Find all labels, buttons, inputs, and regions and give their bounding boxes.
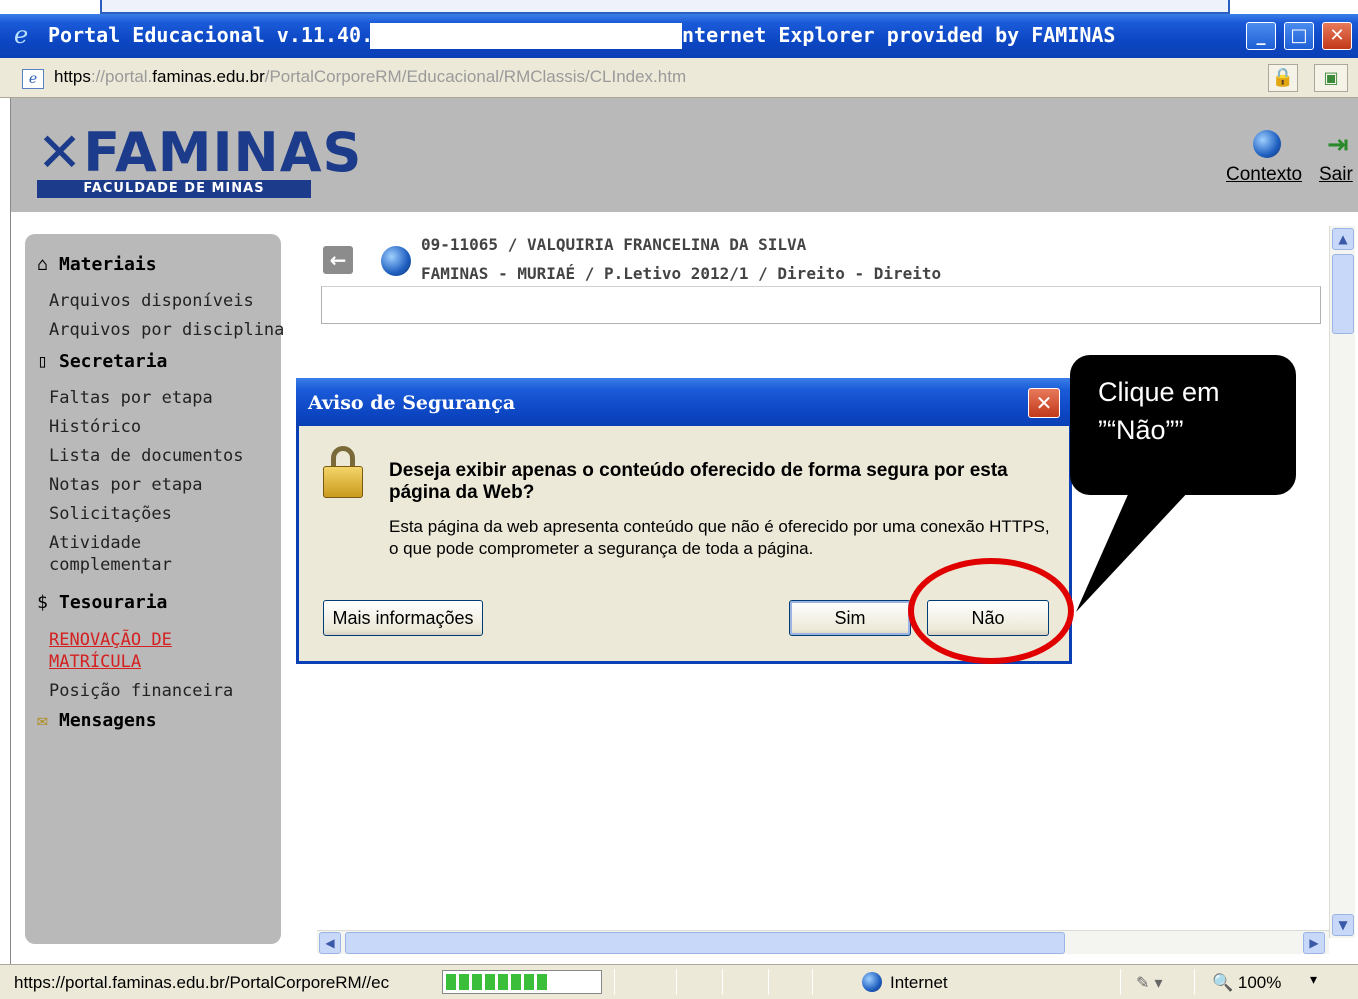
- divider: [1194, 969, 1195, 995]
- scroll-right-arrow[interactable]: ▶: [1303, 932, 1325, 954]
- status-bar: https://portal.faminas.edu.br/PortalCorp…: [0, 964, 1358, 999]
- section-tesouraria: $ Tesouraria: [37, 592, 168, 613]
- vertical-scrollbar[interactable]: ▲ ▼: [1329, 226, 1355, 938]
- progress-segment: [511, 974, 521, 990]
- section-secretaria: ▯ Secretaria: [37, 351, 168, 372]
- divider: [1120, 969, 1121, 995]
- section-materiais: ⌂ Materiais: [37, 254, 157, 275]
- progress-bar: [442, 970, 602, 994]
- zoom-dropdown-icon[interactable]: ▾: [1310, 972, 1317, 988]
- progress-segment: [446, 974, 456, 990]
- divider: [614, 969, 615, 995]
- progress-segment: [498, 974, 508, 990]
- highlight-ellipse: [908, 558, 1074, 664]
- sidebar-item-notas[interactable]: Notas por etapa: [49, 474, 203, 496]
- contexto-link[interactable]: Contexto: [1226, 164, 1302, 186]
- address-bar: e https://portal.faminas.edu.br/PortalCo…: [0, 58, 1358, 98]
- sidebar-item-atividade[interactable]: Atividade: [49, 532, 141, 554]
- back-button[interactable]: ←: [323, 246, 353, 274]
- minimize-button[interactable]: _: [1246, 22, 1276, 50]
- hscroll-thumb[interactable]: [345, 932, 1065, 954]
- sidebar-item-renovacao[interactable]: RENOVAÇÃO DE: [49, 629, 172, 651]
- internet-zone-icon: [862, 972, 882, 992]
- clipboard-icon: ▯: [37, 351, 48, 372]
- url-field[interactable]: https://portal.faminas.edu.br/PortalCorp…: [54, 67, 686, 87]
- scroll-thumb[interactable]: [1332, 254, 1354, 334]
- annotation-text: Clique em ”“Não””: [1098, 377, 1220, 445]
- horizontal-scrollbar[interactable]: ◀ ▶: [317, 930, 1329, 954]
- sidebar: ⌂ Materiais Arquivos disponíveis Arquivos…: [25, 234, 284, 944]
- faminas-logo: ✕FAMINAS FACULDADE DE MINAS: [37, 121, 363, 198]
- title-bar: e Portal Educacional v.11.40.0 ( nternet…: [0, 14, 1358, 58]
- zone-label: Internet: [890, 973, 948, 992]
- info-panel: [321, 286, 1321, 324]
- lock-icon[interactable]: 🔒: [1268, 64, 1298, 92]
- ie-icon: e: [14, 21, 29, 49]
- padlock-icon: [323, 446, 363, 500]
- student-info: 09-11065 / VALQUIRIA FRANCELINA DA SILVA: [421, 235, 807, 254]
- sidebar-item-posicao-financeira[interactable]: Posição financeira: [49, 680, 233, 702]
- divider: [676, 969, 677, 995]
- scroll-left-arrow[interactable]: ◀: [319, 932, 341, 954]
- window-title-right: nternet Explorer provided by FAMINAS: [682, 23, 1116, 47]
- close-button[interactable]: ✕: [1322, 22, 1352, 50]
- course-info: FAMINAS - MURIAÉ / P.Letivo 2012/1 / Dir…: [421, 264, 942, 283]
- sidebar-item-complementar[interactable]: complementar: [49, 554, 172, 576]
- section-mensagens[interactable]: ✉ Mensagens: [37, 710, 157, 731]
- divider: [812, 969, 813, 995]
- dialog-close-button[interactable]: ✕: [1028, 388, 1060, 418]
- sidebar-item-solicitacoes[interactable]: Solicitações: [49, 503, 172, 525]
- dialog-message: Esta página da web apresenta conteúdo qu…: [389, 517, 1050, 558]
- top-strip: [0, 0, 1358, 14]
- zoom-level[interactable]: 🔍 100%: [1212, 973, 1281, 993]
- globe-icon: [381, 246, 411, 276]
- sidebar-item-historico[interactable]: Histórico: [49, 416, 141, 438]
- window-title: Portal Educacional v.11.40.0 (: [48, 23, 410, 47]
- dialog-title: Aviso de Segurança: [308, 392, 516, 414]
- status-url: https://portal.faminas.edu.br/PortalCorp…: [14, 973, 390, 992]
- more-info-button[interactable]: Mais informações: [323, 600, 483, 636]
- exit-icon[interactable]: ⇥: [1327, 130, 1353, 160]
- page-icon: e: [22, 69, 44, 89]
- envelope-icon: ✉: [37, 710, 48, 731]
- page-header: ✕FAMINAS FACULDADE DE MINAS ⇥ Contexto S…: [10, 98, 1358, 212]
- sidebar-item-lista-documentos[interactable]: Lista de documentos: [49, 445, 243, 467]
- certificate-icon[interactable]: ▣: [1314, 64, 1348, 92]
- sair-link[interactable]: Sair: [1319, 164, 1353, 186]
- dialog-titlebar: Aviso de Segurança ✕: [296, 378, 1072, 426]
- scroll-down-arrow[interactable]: ▼: [1332, 914, 1354, 936]
- dollar-icon: $: [37, 592, 48, 613]
- progress-segment: [485, 974, 495, 990]
- divider: [722, 969, 723, 995]
- progress-segment: [459, 974, 469, 990]
- progress-segment: [472, 974, 482, 990]
- progress-segment: [524, 974, 534, 990]
- sidebar-item-arquivos-disponiveis[interactable]: Arquivos disponíveis: [49, 290, 254, 312]
- progress-segment: [537, 974, 547, 990]
- maximize-button[interactable]: □: [1284, 22, 1314, 50]
- sidebar-item-matricula[interactable]: MATRÍCULA: [49, 651, 141, 673]
- redaction-box: [370, 23, 682, 49]
- briefcase-icon: ⌂: [37, 254, 48, 275]
- protected-mode-icon[interactable]: ✎ ▾: [1136, 973, 1163, 992]
- sidebar-item-faltas[interactable]: Faltas por etapa: [49, 387, 213, 409]
- divider: [768, 969, 769, 995]
- sidebar-item-arquivos-por-disciplina[interactable]: Arquivos por disciplina: [49, 319, 284, 341]
- scroll-up-arrow[interactable]: ▲: [1332, 228, 1354, 250]
- dialog-question: Deseja exibir apenas o conteúdo oferecid…: [389, 460, 1008, 503]
- yes-button[interactable]: Sim: [789, 600, 911, 636]
- globe-icon[interactable]: [1253, 130, 1281, 158]
